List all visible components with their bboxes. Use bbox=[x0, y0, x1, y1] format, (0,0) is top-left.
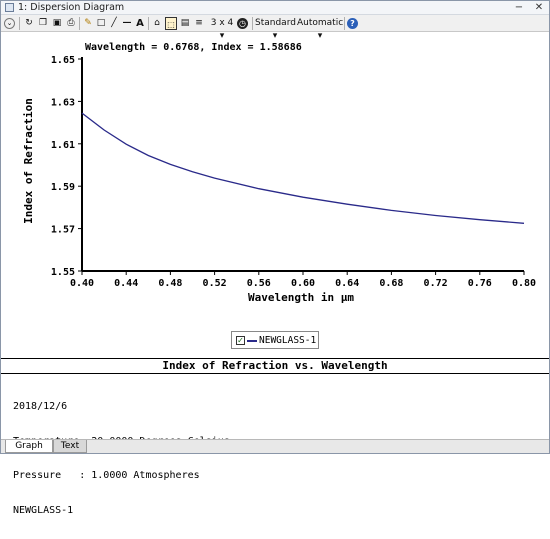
y-tick-label: 1.55 bbox=[51, 267, 75, 278]
legend-line-swatch bbox=[247, 340, 257, 342]
legend[interactable]: ✓ NEWGLASS-1 bbox=[231, 331, 319, 349]
automatic-dropdown[interactable]: Automatic ▾ bbox=[297, 17, 344, 41]
rectangle-icon[interactable]: □ bbox=[95, 17, 107, 30]
toolbar-separator bbox=[19, 17, 20, 30]
toolbar-separator bbox=[252, 17, 253, 30]
settings-toggle-icon[interactable]: ⌄ bbox=[4, 18, 15, 29]
series-line-newglass-1 bbox=[81, 112, 525, 224]
layout-grid-dropdown[interactable]: 3 x 4 ▾ bbox=[208, 17, 236, 41]
x-tick-label: 0.68 bbox=[379, 278, 403, 289]
horizontal-line-icon[interactable]: — bbox=[121, 17, 133, 30]
tab-text[interactable]: Text bbox=[53, 440, 87, 453]
fit-view-icon[interactable]: ⬚ bbox=[165, 17, 177, 30]
x-tick-label: 0.40 bbox=[70, 278, 94, 289]
tab-bar: Graph Text bbox=[1, 439, 549, 453]
x-tick-label: 0.72 bbox=[424, 278, 448, 289]
x-axis-label: Wavelength in µm bbox=[248, 291, 354, 304]
toolbar: ⌄ ↻ ❐ ▣ ⎙ ✎ □ ╱ — A ⌂ ⬚ ▤ ≡ 3 x 4 ▾ ◷ St… bbox=[1, 15, 549, 41]
y-tick-label: 1.59 bbox=[51, 182, 75, 193]
y-tick-label: 1.65 bbox=[51, 55, 75, 66]
standard-dropdown[interactable]: Standard ▾ bbox=[255, 17, 296, 41]
info-date: 2018/12/6 bbox=[13, 401, 68, 412]
print-icon[interactable]: ⎙ bbox=[65, 17, 77, 30]
minimize-icon[interactable]: − bbox=[511, 1, 527, 15]
info-divider bbox=[1, 373, 549, 374]
info-pressure: Pressure : 1.0000 Atmospheres bbox=[13, 470, 200, 481]
line-draw-icon[interactable]: ╱ bbox=[108, 17, 120, 30]
close-icon[interactable]: ✕ bbox=[531, 1, 547, 15]
window-icon bbox=[5, 3, 14, 12]
lock-icon[interactable]: ⌂ bbox=[151, 17, 163, 30]
title-bar: 1: Dispersion Diagram − ✕ bbox=[1, 1, 549, 15]
x-tick-label: 0.64 bbox=[335, 278, 359, 289]
toolbar-separator bbox=[79, 17, 80, 30]
series-group bbox=[81, 112, 525, 224]
x-tick-label: 0.52 bbox=[203, 278, 227, 289]
dispersion-diagram-window: 1: Dispersion Diagram − ✕ ⌄ ↻ ❐ ▣ ⎙ ✎ □ … bbox=[0, 0, 550, 516]
copy-icon[interactable]: ❐ bbox=[37, 17, 49, 30]
cursor-readout: Wavelength = 0.6768, Index = 1.58686 bbox=[85, 42, 302, 53]
y-tick-label: 1.61 bbox=[51, 140, 75, 151]
x-tick-label: 0.60 bbox=[291, 278, 315, 289]
y-axis-label: Index of Refraction bbox=[22, 98, 35, 224]
legend-label: NEWGLASS-1 bbox=[259, 335, 317, 346]
clock-icon[interactable]: ◷ bbox=[237, 18, 248, 29]
pencil-icon[interactable]: ✎ bbox=[82, 17, 94, 30]
layout-grid-label: 3 x 4 bbox=[210, 18, 234, 28]
help-icon[interactable]: ? bbox=[347, 18, 358, 29]
y-tick-group: 1.55 1.57 1.59 1.61 1.63 1.65 bbox=[51, 55, 82, 278]
plot-title: Index of Refraction vs. Wavelength bbox=[162, 359, 388, 372]
x-tick-label: 0.56 bbox=[247, 278, 271, 289]
x-tick-label: 0.48 bbox=[158, 278, 182, 289]
tab-graph[interactable]: Graph bbox=[5, 440, 53, 453]
dispersion-chart: Wavelength = 0.6768, Index = 1.58686 1.5… bbox=[22, 42, 536, 304]
x-tick-label: 0.44 bbox=[114, 278, 138, 289]
x-tick-group: 0.40 0.44 0.48 0.52 0.56 0.60 0.64 0.68 0.72 0.76… bbox=[70, 271, 536, 289]
legend-checkbox-icon[interactable]: ✓ bbox=[236, 336, 245, 345]
standard-dropdown-label: Standard bbox=[255, 18, 296, 28]
automatic-dropdown-label: Automatic bbox=[297, 18, 344, 28]
window-title: 1: Dispersion Diagram bbox=[18, 2, 125, 13]
text-annotation-icon[interactable]: A bbox=[134, 17, 146, 30]
x-tick-label: 0.80 bbox=[512, 278, 536, 289]
refresh-icon[interactable]: ↻ bbox=[23, 17, 35, 30]
info-glass-name: NEWGLASS-1 bbox=[13, 504, 74, 516]
info-block: 2018/12/6 Temperature: 20.0000 Degrees C… bbox=[13, 378, 230, 539]
window-layout-icon[interactable]: ▤ bbox=[179, 17, 191, 30]
stack-icon[interactable]: ≡ bbox=[193, 17, 205, 30]
toolbar-separator bbox=[344, 17, 345, 30]
y-tick-label: 1.63 bbox=[51, 97, 75, 108]
y-tick-label: 1.57 bbox=[51, 225, 75, 236]
toolbar-separator bbox=[148, 17, 149, 30]
x-tick-label: 0.76 bbox=[468, 278, 492, 289]
save-icon[interactable]: ▣ bbox=[51, 17, 63, 30]
